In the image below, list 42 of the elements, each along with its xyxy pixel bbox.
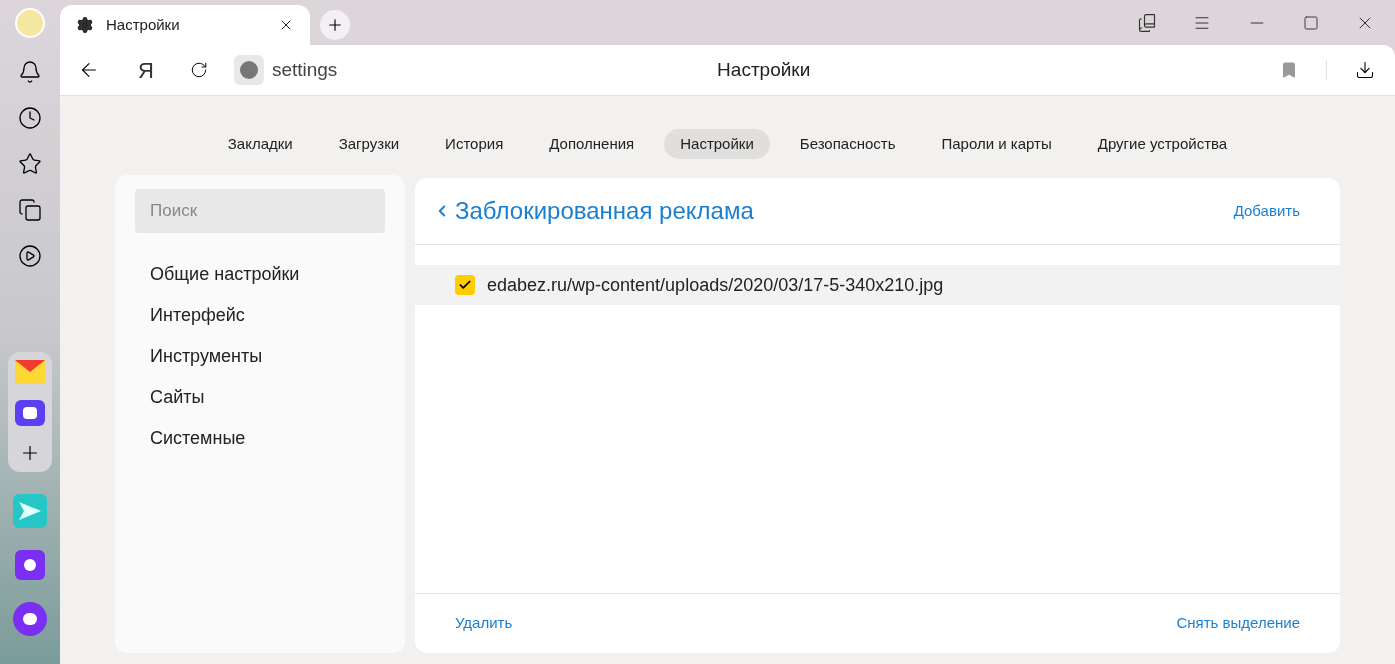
new-tab-button[interactable]: [320, 10, 350, 40]
bell-icon[interactable]: [18, 60, 42, 84]
address-text[interactable]: settings: [271, 55, 338, 85]
play-icon[interactable]: [18, 244, 42, 268]
nav-tab[interactable]: Пароли и карты: [925, 129, 1068, 159]
check-icon: [458, 278, 472, 292]
logo-button[interactable]: Я: [138, 53, 154, 87]
sidebar-item[interactable]: Инструменты: [150, 343, 385, 370]
nav-tab[interactable]: Настройки: [664, 129, 770, 159]
collections-icon[interactable]: [18, 198, 42, 222]
history-icon[interactable]: [18, 106, 42, 130]
sidebar-item[interactable]: Интерфейс: [150, 302, 385, 329]
list-row[interactable]: edabez.ru/wp-content/uploads/2020/03/17-5-340x210.jpg: [415, 265, 1340, 305]
panel-title: Заблокированная реклама: [455, 196, 755, 226]
maximize-icon[interactable]: [1303, 14, 1319, 31]
delete-link[interactable]: Удалить: [455, 612, 513, 635]
page-title: Настройки: [716, 57, 812, 82]
checkbox[interactable]: [455, 275, 475, 295]
nav-tab[interactable]: Другие устройства: [1081, 129, 1244, 159]
url-text: edabez.ru/wp-content/uploads/2020/03/17-5-340x210.jpg: [487, 273, 944, 297]
nav-tab[interactable]: Дополнения: [533, 129, 651, 159]
tabs-icon[interactable]: [1137, 12, 1157, 33]
bookmark-icon[interactable]: [1280, 61, 1298, 79]
nav-tab[interactable]: Загрузки: [322, 129, 416, 159]
plus-icon: [326, 16, 344, 34]
tab-title: Настройки: [106, 14, 181, 35]
sidebar-item[interactable]: Системные: [150, 425, 385, 452]
nav-tab[interactable]: Закладки: [211, 129, 309, 159]
download-icon[interactable]: [1355, 60, 1375, 80]
sidebar-item[interactable]: Сайты: [150, 384, 385, 411]
mail-icon[interactable]: [15, 360, 45, 384]
messenger-icon[interactable]: [15, 400, 45, 426]
sidebar-item[interactable]: Общие настройки: [150, 261, 385, 288]
settings-icon: [76, 16, 94, 34]
search-field[interactable]: Поиск: [135, 189, 385, 233]
reload-icon[interactable]: [189, 61, 208, 79]
add-link[interactable]: Добавить: [1233, 199, 1300, 223]
nav-tab[interactable]: Безопасность: [783, 129, 912, 159]
nav-tab[interactable]: История: [429, 129, 520, 159]
browser-tab[interactable]: Настройки: [60, 5, 310, 45]
star-icon[interactable]: [18, 152, 42, 176]
deselect-link[interactable]: Снять выделение: [1176, 612, 1300, 635]
